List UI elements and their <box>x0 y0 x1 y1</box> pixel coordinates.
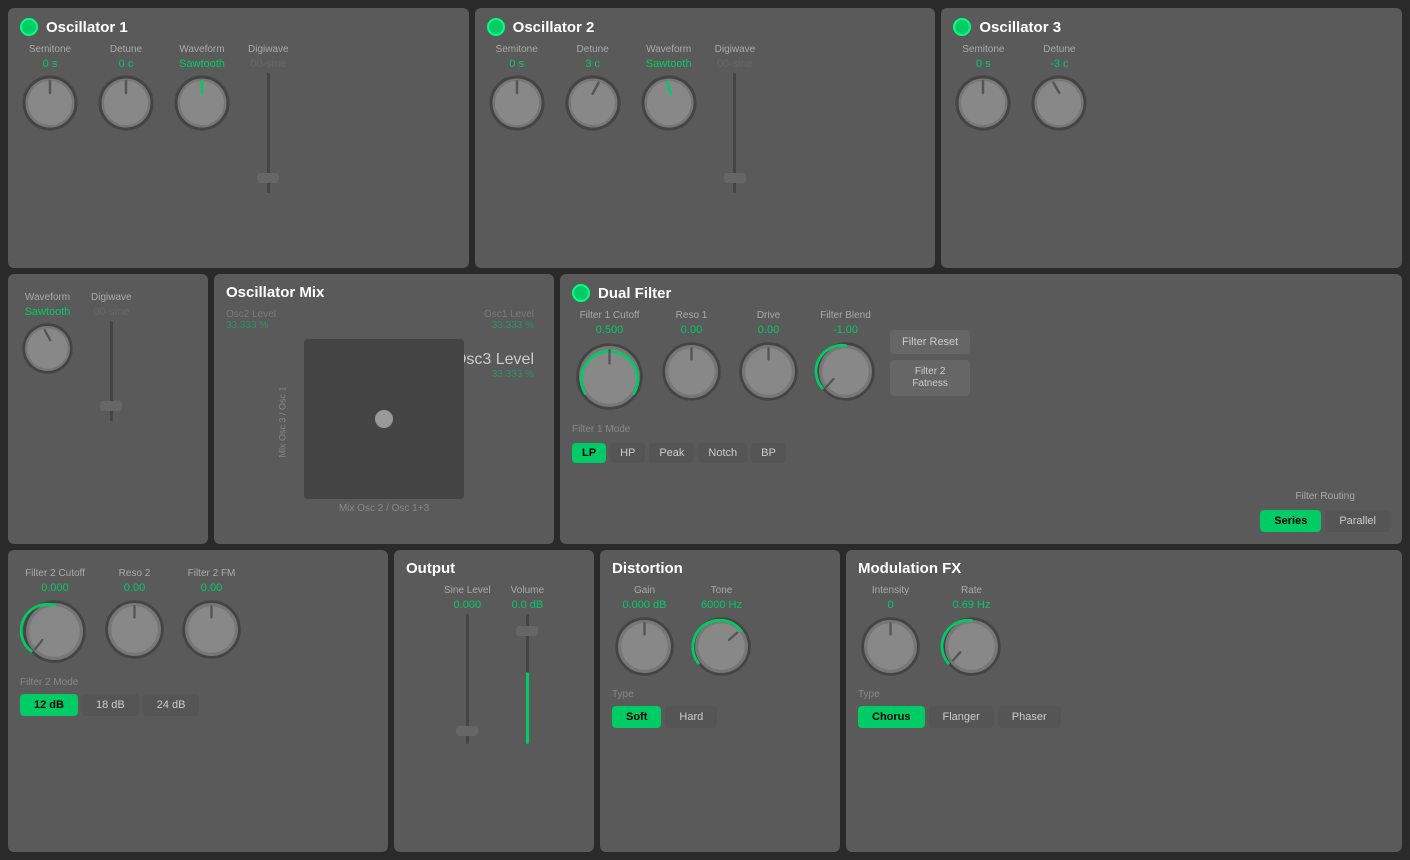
osc2-digiwave-group: Digiwave 00-sine <box>715 44 756 193</box>
distortion-gain-knob[interactable] <box>612 614 677 679</box>
modulation-fx-title: Modulation FX <box>858 560 1390 577</box>
filter-mode-lp[interactable]: LP <box>572 443 606 463</box>
dual-filter-panel: Dual Filter Filter 1 Cutoff 0.500 <box>560 274 1402 544</box>
drive-knob[interactable] <box>736 339 801 404</box>
osc2-digiwave-slider[interactable] <box>725 73 745 193</box>
filter1-cutoff-group: Filter 1 Cutoff 0.500 <box>572 310 647 414</box>
osc2-semitone-knob[interactable] <box>487 73 547 133</box>
output-title: Output <box>406 560 582 577</box>
filter2-mode-24db[interactable]: 24 dB <box>143 694 200 716</box>
oscillator2-power-btn[interactable] <box>487 18 505 36</box>
routing-parallel-btn[interactable]: Parallel <box>1325 510 1390 532</box>
oscillator3-mini-panel: Waveform Sawtooth Digiwave 00-sine <box>8 274 208 544</box>
osc3-waveform-group: Waveform Sawtooth <box>20 292 75 376</box>
reso2-group: Reso 2 0.00 <box>102 568 167 662</box>
filter-mode-bp[interactable]: BP <box>751 443 786 463</box>
osc1-semitone-knob[interactable] <box>20 73 80 133</box>
oscillator-mix-panel: Oscillator Mix Osc2 Level 33.333 % Osc1 … <box>214 274 554 544</box>
filter2-mode-18db[interactable]: 18 dB <box>82 694 139 716</box>
oscillator3-power-btn[interactable] <box>953 18 971 36</box>
modulation-rate-knob[interactable] <box>939 614 1004 679</box>
osc1-detune-group: Detune 0 c <box>96 44 156 133</box>
modulation-type-flanger[interactable]: Flanger <box>929 706 994 728</box>
modulation-fx-panel: Modulation FX Intensity 0 Rate 0.69 Hz <box>846 550 1402 852</box>
filter2-fm-group: Filter 2 FM 0.00 <box>179 568 244 662</box>
distortion-tone-group: Tone 6000 Hz <box>689 585 754 679</box>
distortion-gain-group: Gain 0.000 dB <box>612 585 677 679</box>
osc3-detune-group: Detune -3 c <box>1029 44 1089 133</box>
oscillator-mix-xy-pad[interactable] <box>304 339 464 499</box>
volume-slider[interactable] <box>516 614 538 744</box>
osc3-semitone-knob[interactable] <box>953 73 1013 133</box>
distortion-type-soft[interactable]: Soft <box>612 706 661 728</box>
osc3-waveform-knob[interactable] <box>20 321 75 376</box>
dual-filter-title: Dual Filter <box>572 284 1390 302</box>
filter2-fm-knob[interactable] <box>179 597 244 662</box>
oscillator2-title: Oscillator 2 <box>487 18 924 36</box>
reso2-knob[interactable] <box>102 597 167 662</box>
oscillator1-power-btn[interactable] <box>20 18 38 36</box>
filter2-panel: Filter 2 Cutoff 0.000 Reso 2 0.00 <box>8 550 388 852</box>
osc2-semitone-group: Semitone 0 s <box>487 44 547 133</box>
filter-blend-group: Filter Blend -1.00 <box>813 310 878 404</box>
osc3-semitone-group: Semitone 0 s <box>953 44 1013 133</box>
osc1-semitone-group: Semitone 0 s <box>20 44 80 133</box>
reso1-knob[interactable] <box>659 339 724 404</box>
xy-y-label: Mix Osc 3 / Osc 1 <box>278 386 288 457</box>
dual-filter-power-btn[interactable] <box>572 284 590 302</box>
oscillator3-panel: Oscillator 3 Semitone 0 s Detune -3 c <box>941 8 1402 268</box>
osc2-waveform-knob[interactable] <box>639 73 699 133</box>
oscillator-mix-title: Oscillator Mix <box>226 284 542 301</box>
osc1-waveform-group: Waveform Sawtooth <box>172 44 232 133</box>
filter2-mode-buttons: 12 dB 18 dB 24 dB <box>20 694 376 716</box>
osc1-digiwave-slider[interactable] <box>258 73 278 193</box>
modulation-intensity-knob[interactable] <box>858 614 923 679</box>
oscillator3-title: Oscillator 3 <box>953 18 1390 36</box>
filter-mode-hp[interactable]: HP <box>610 443 645 463</box>
distortion-panel: Distortion Gain 0.000 dB Tone 6000 Hz <box>600 550 840 852</box>
oscillator1-panel: Oscillator 1 Semitone 0 s Detune 0 c <box>8 8 469 268</box>
filter-reset-button[interactable]: Filter Reset <box>890 330 970 354</box>
output-panel: Output Sine Level 0.000 Volume 0.0 dB <box>394 550 594 852</box>
osc1-detune-knob[interactable] <box>96 73 156 133</box>
osc1-waveform-knob[interactable] <box>172 73 232 133</box>
osc3-detune-knob[interactable] <box>1029 73 1089 133</box>
osc2-detune-knob[interactable] <box>563 73 623 133</box>
osc3-digiwave-slider[interactable] <box>101 321 121 421</box>
modulation-rate-group: Rate 0.69 Hz <box>939 585 1004 679</box>
oscillator1-title: Oscillator 1 <box>20 18 457 36</box>
osc3-digiwave-group: Digiwave 00-sine <box>91 292 132 421</box>
osc2-detune-group: Detune 3 c <box>563 44 623 133</box>
filter2-cutoff-group: Filter 2 Cutoff 0.000 <box>20 568 90 667</box>
filter2-fatness-button[interactable]: Filter 2Fatness <box>890 360 970 396</box>
filter-routing-buttons: Series Parallel <box>1260 510 1390 532</box>
filter-mode-peak[interactable]: Peak <box>649 443 694 463</box>
modulation-type-chorus[interactable]: Chorus <box>858 706 925 728</box>
drive-group: Drive 0.00 <box>736 310 801 404</box>
filter1-cutoff-knob[interactable] <box>572 339 647 414</box>
osc2-waveform-group: Waveform Sawtooth <box>639 44 699 133</box>
filter1-mode-buttons: LP HP Peak Notch BP <box>572 443 1390 463</box>
distortion-title: Distortion <box>612 560 828 577</box>
filter-mode-notch[interactable]: Notch <box>698 443 747 463</box>
filter2-cutoff-knob[interactable] <box>20 597 90 667</box>
osc1-digiwave-group: Digiwave 00-sine <box>248 44 289 193</box>
distortion-type-hard[interactable]: Hard <box>665 706 717 728</box>
oscillator2-panel: Oscillator 2 Semitone 0 s Detune 3 c <box>475 8 936 268</box>
modulation-intensity-group: Intensity 0 <box>858 585 923 679</box>
routing-series-btn[interactable]: Series <box>1260 510 1321 532</box>
reso1-group: Reso 1 0.00 <box>659 310 724 404</box>
modulation-type-phaser[interactable]: Phaser <box>998 706 1061 728</box>
distortion-type-buttons: Soft Hard <box>612 706 828 728</box>
sine-level-slider[interactable] <box>456 614 478 744</box>
xy-x-label: Mix Osc 2 / Osc 1+3 <box>299 503 469 514</box>
filter-blend-knob[interactable] <box>813 339 878 404</box>
filter2-mode-12db[interactable]: 12 dB <box>20 694 78 716</box>
modulation-type-buttons: Chorus Flanger Phaser <box>858 706 1390 728</box>
distortion-tone-knob[interactable] <box>689 614 754 679</box>
